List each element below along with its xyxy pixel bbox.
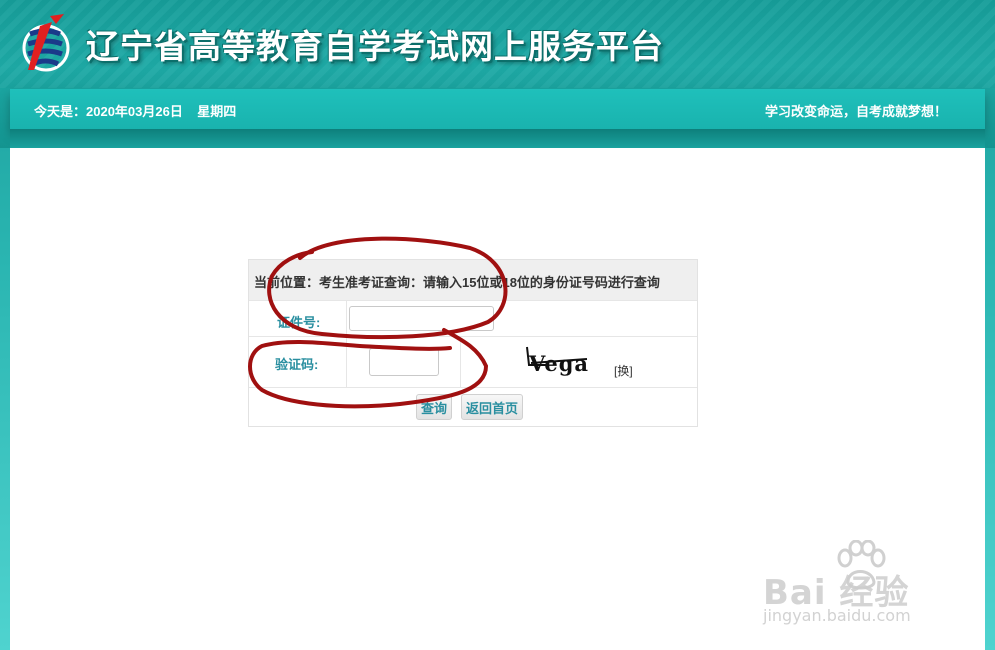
id-number-label: 证件号: (277, 315, 321, 330)
id-number-input[interactable] (349, 306, 494, 331)
breadcrumb: 当前位置：考生准考证查询：请输入15位或18位的身份证号码进行查询 (249, 260, 697, 300)
site-header: 辽宁省高等教育自学考试网上服务平台 今天是：2020年03月26日 星期四 学习… (0, 0, 995, 148)
watermark-site: jingyan.baidu.com (763, 606, 911, 625)
slogan-text: 学习改变命运，自考成就梦想！ (764, 104, 947, 119)
back-home-button[interactable]: 返回首页 (461, 394, 524, 420)
baidu-watermark: Bai 经验 jingyan.baidu.com (760, 540, 950, 630)
button-row: 查询 返回首页 (249, 387, 697, 426)
info-bar: 今天是：2020年03月26日 星期四 学习改变命运，自考成就梦想！ (10, 89, 985, 129)
cell-divider (460, 337, 461, 387)
id-number-row: 证件号: (249, 300, 697, 336)
query-button[interactable]: 查询 (416, 394, 453, 420)
captcha-input[interactable] (369, 348, 439, 376)
header-shadow-band (10, 129, 985, 148)
captcha-noise-line (526, 346, 588, 366)
logo-icon (22, 14, 70, 72)
captcha-row: 验证码: Vega [换] (249, 336, 697, 387)
date-text: 今天是：2020年03月26日 星期四 (34, 104, 237, 119)
site-title: 辽宁省高等教育自学考试网上服务平台 (86, 27, 664, 66)
captcha-label: 验证码: (275, 357, 319, 372)
cell-divider (346, 337, 347, 387)
captcha-refresh-link[interactable]: [换] (614, 362, 633, 379)
cell-divider (346, 301, 347, 336)
admission-query-panel: 当前位置：考生准考证查询：请输入15位或18位的身份证号码进行查询 证件号: 验… (248, 259, 698, 427)
